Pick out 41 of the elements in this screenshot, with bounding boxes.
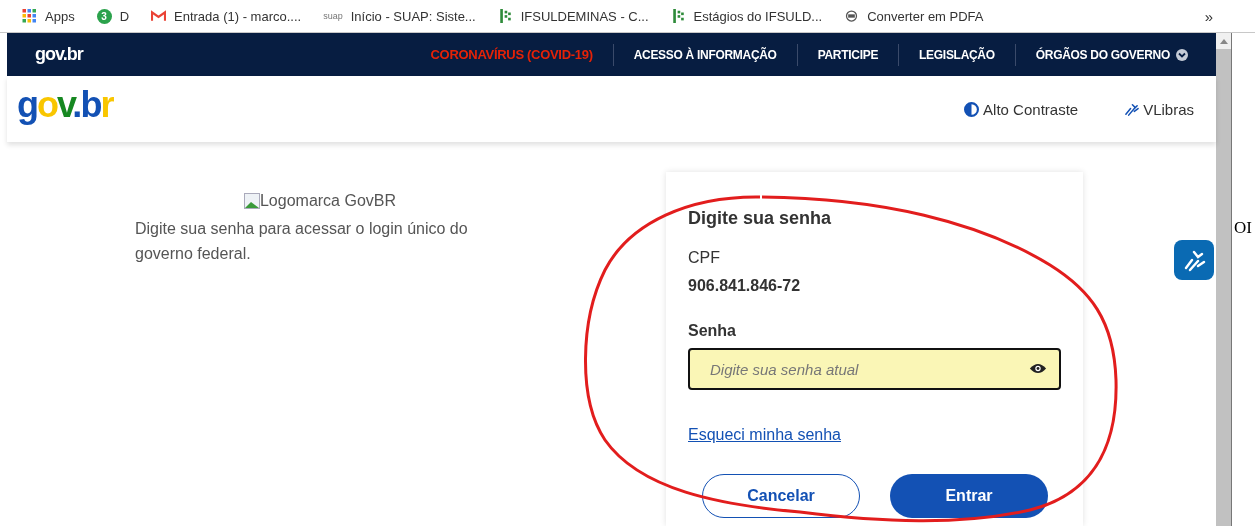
blocks-icon: [670, 9, 686, 23]
bookmarks-overflow-button[interactable]: »: [1204, 7, 1213, 25]
apps-grid-icon: [22, 9, 37, 23]
cpf-value: 906.841.846-72: [688, 277, 802, 295]
intro-text: Digite sua senha para acessar o login único do governo federal.: [135, 219, 469, 264]
site-logo[interactable]: gov.br: [17, 84, 113, 126]
background-window-text: OI: [1234, 218, 1252, 238]
image-alt-text: Logomarca GovBR: [259, 192, 397, 210]
scrollbar[interactable]: [1216, 33, 1231, 526]
cpf-label: CPF: [688, 249, 721, 267]
site-wordmark: suap: [323, 11, 343, 21]
mail-icon: [151, 9, 167, 23]
header-link[interactable]: Alto Contraste: [983, 100, 1079, 118]
nav-link[interactable]: PARTICIPE: [817, 47, 879, 62]
blocks-icon: [497, 9, 513, 23]
scroll-up-arrow-icon[interactable]: [1219, 38, 1228, 44]
password-field[interactable]: Digite sua senha atual: [688, 348, 1061, 390]
nav-link[interactable]: ACESSO À INFORMAÇÃO: [633, 47, 777, 62]
broken-image-icon: [243, 193, 260, 209]
bookmark-link[interactable]: Apps: [45, 8, 75, 24]
nav-link[interactable]: CORONAVÍRUS (COVID-19): [430, 47, 593, 62]
nav-link[interactable]: LEGISLAÇÃO: [919, 47, 995, 62]
cancel-button[interactable]: Cancelar: [702, 474, 860, 518]
contrast-icon: [964, 101, 980, 117]
document-icon: [844, 9, 860, 23]
bookmark-link[interactable]: D: [119, 8, 130, 24]
badge-icon: 3: [96, 8, 112, 24]
bookmark-link[interactable]: Converter em PDFA: [867, 8, 984, 24]
submit-button[interactable]: Entrar: [890, 474, 1048, 518]
header-link[interactable]: VLibras: [1143, 100, 1194, 118]
eye-icon[interactable]: [1029, 363, 1047, 374]
bookmark-link[interactable]: Entrada (1) - marco....: [174, 8, 302, 24]
password-label: Senha: [688, 322, 737, 340]
nav-link[interactable]: ÓRGÃOS DO GOVERNO: [1035, 47, 1170, 62]
chevron-down-icon[interactable]: [1176, 48, 1188, 61]
nav-logo[interactable]: gov.br: [35, 44, 83, 65]
bookmark-link[interactable]: Início - SUAP: Siste...: [350, 8, 476, 24]
bookmark-link[interactable]: IFSULDEMINAS - C...: [520, 8, 649, 24]
bookmark-link[interactable]: Estágios do IFSULD...: [693, 8, 823, 24]
card-title: Digite sua senha: [688, 208, 833, 229]
forgot-password-link[interactable]: Esqueci minha senha: [688, 426, 841, 444]
